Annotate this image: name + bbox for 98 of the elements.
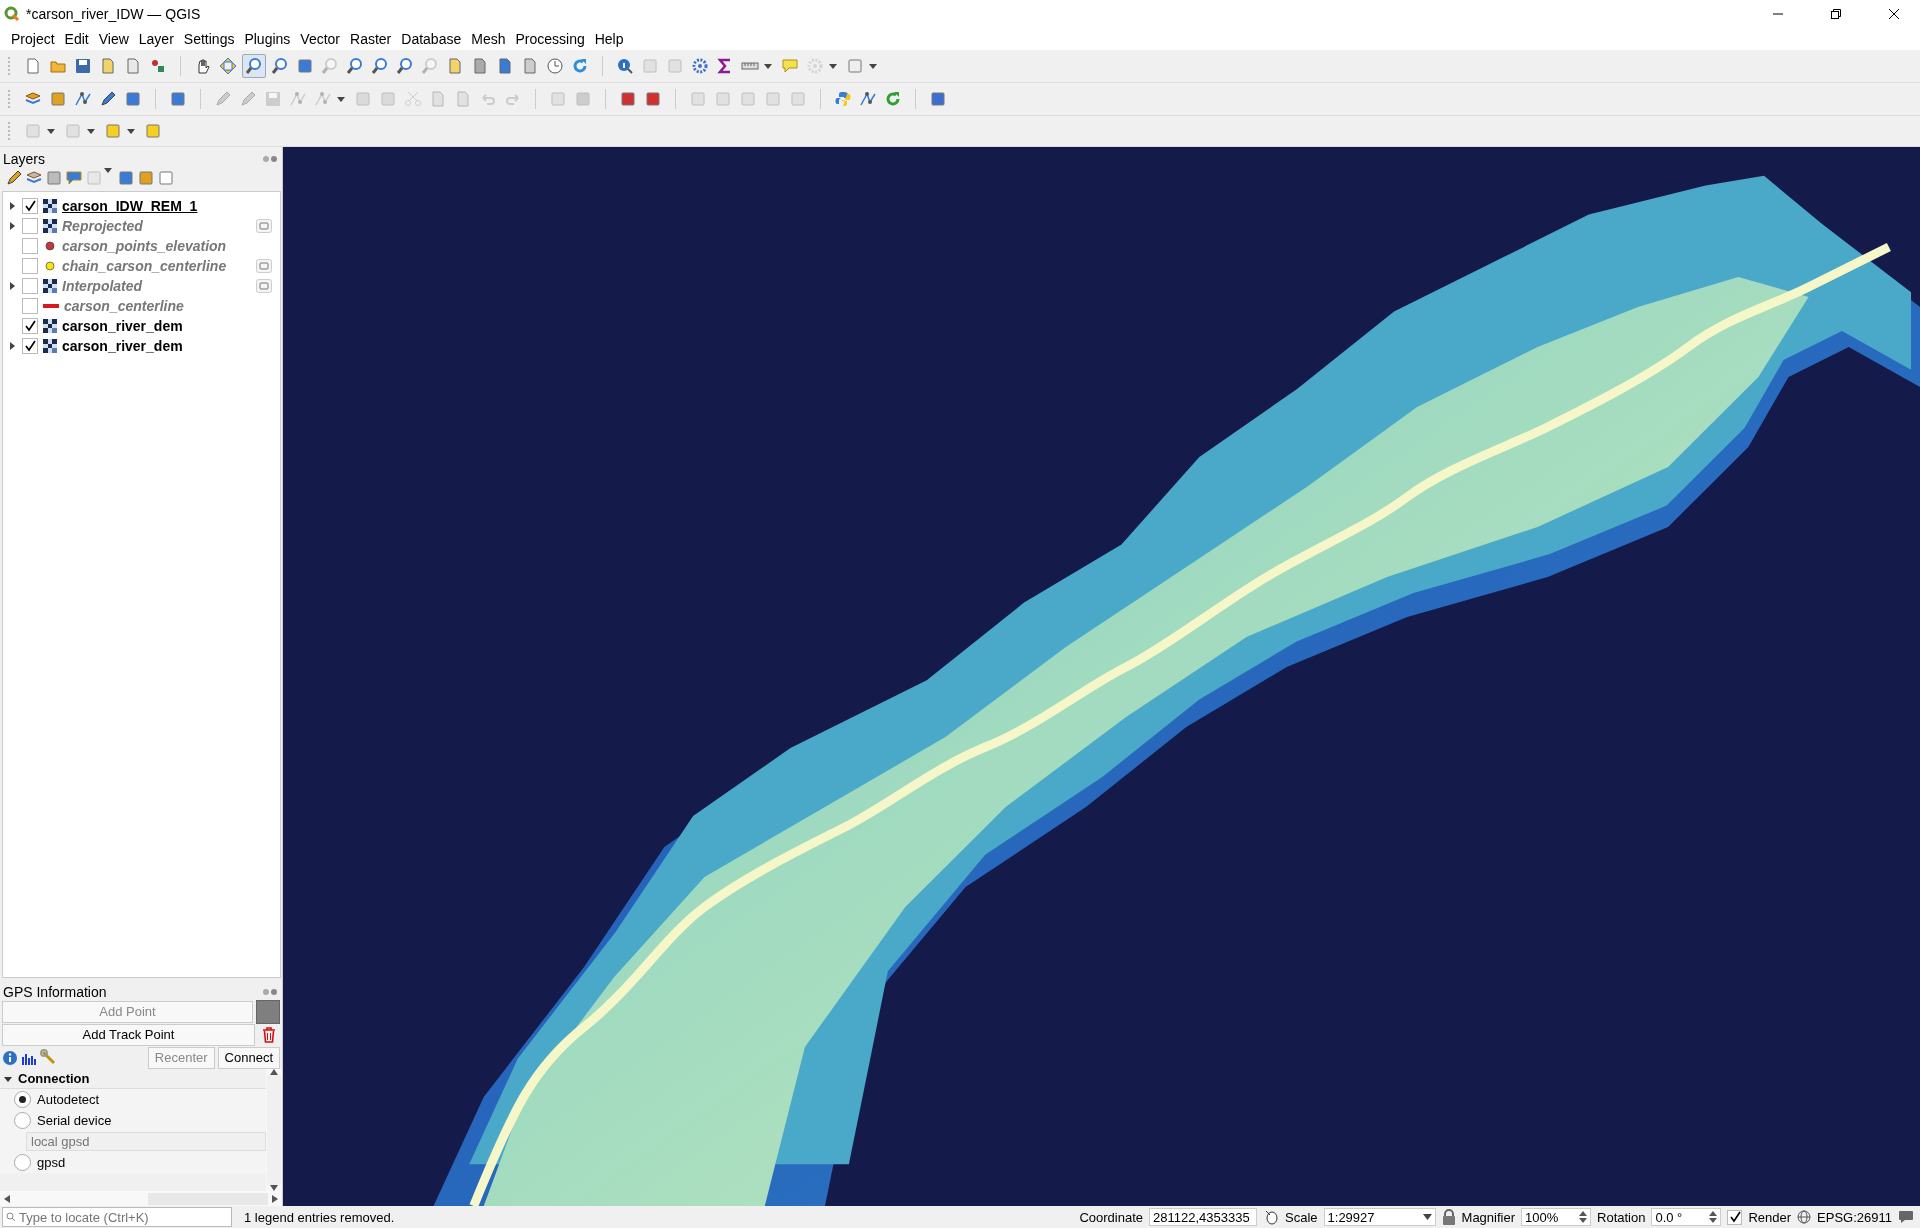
radio-label: Serial device — [37, 1113, 112, 1128]
expand-arrow-icon[interactable] — [9, 341, 17, 351]
search-icon — [6, 1212, 16, 1222]
layer-checkbox[interactable] — [22, 338, 38, 354]
caret-icon[interactable] — [47, 128, 55, 134]
window-title: *carson_river_IDW — QGIS — [26, 6, 201, 22]
app-logo-icon — [4, 6, 20, 22]
layer-checkbox[interactable] — [22, 318, 38, 334]
layer-name[interactable]: carson_IDW_REM_1 — [62, 198, 198, 214]
menu-item[interactable]: View — [93, 31, 134, 47]
scale-combo[interactable]: 1:29927 — [1323, 1208, 1436, 1226]
raster-layer-icon — [43, 279, 57, 293]
layer-name[interactable]: Reprojected — [62, 218, 143, 234]
raster-layer-icon — [43, 319, 57, 333]
scroll-right-icon[interactable] — [272, 1194, 278, 1203]
magnifier-icon[interactable] — [242, 54, 266, 78]
square-icon[interactable] — [136, 168, 156, 188]
close-icon[interactable] — [1888, 8, 1900, 20]
radio-button[interactable] — [14, 1154, 31, 1171]
layer-checkbox[interactable] — [22, 258, 38, 274]
clock-icon[interactable] — [544, 55, 566, 77]
caret-icon[interactable] — [764, 63, 772, 69]
raster-layer-icon — [43, 219, 57, 233]
radio-label: Autodetect — [37, 1092, 100, 1107]
caret-icon[interactable] — [87, 128, 95, 134]
globe-icon[interactable] — [1797, 1210, 1812, 1224]
connect-button[interactable]: Connect — [217, 1046, 280, 1069]
scroll-left-icon[interactable] — [4, 1194, 10, 1203]
square-icon[interactable] — [156, 168, 176, 188]
panel-title: GPS Information — [3, 984, 107, 1000]
caret-icon[interactable] — [104, 168, 112, 173]
float-close-icon[interactable] — [262, 988, 278, 996]
square-icon[interactable] — [116, 168, 136, 188]
layer-name[interactable]: chain_carson_centerline — [62, 258, 227, 274]
arrows-icon[interactable] — [217, 55, 239, 77]
vertical-scrollbar[interactable] — [266, 1069, 282, 1191]
restore-icon[interactable] — [1830, 8, 1842, 20]
menu-item[interactable]: Vector — [295, 31, 346, 47]
rotation-label: Rotation — [1597, 1209, 1646, 1225]
caret-icon[interactable] — [829, 63, 837, 69]
caret-icon[interactable] — [337, 96, 345, 102]
menu-item[interactable]: Project — [6, 31, 60, 47]
menu-item[interactable]: Settings — [178, 31, 240, 47]
layer-name[interactable]: Interpolated — [62, 278, 143, 294]
mouse-icon[interactable] — [1263, 1209, 1279, 1225]
menu-item[interactable]: Mesh — [466, 31, 511, 47]
float-close-icon[interactable] — [262, 155, 278, 163]
info-icon[interactable] — [2, 1049, 18, 1066]
panel-title: Layers — [3, 151, 46, 167]
layer-checkbox[interactable] — [22, 238, 38, 254]
color-swatch[interactable] — [256, 999, 280, 1024]
radio-button[interactable] — [14, 1112, 31, 1129]
layer-name[interactable]: carson_river_dem — [62, 338, 183, 354]
radio-label: gpsd — [37, 1155, 66, 1170]
menu-item[interactable]: Edit — [59, 31, 94, 47]
status-message: 1 legend entries removed. — [244, 1209, 395, 1225]
coordinate-label: Coordinate — [1079, 1209, 1143, 1225]
spin-arrows-icon[interactable] — [1579, 1210, 1587, 1224]
layer-checkbox[interactable] — [22, 298, 38, 314]
layer-name[interactable]: carson_river_dem — [62, 318, 183, 334]
layer-checkbox[interactable] — [22, 198, 38, 214]
render-label: Render — [1748, 1209, 1792, 1225]
raster-layer-icon — [43, 199, 57, 213]
caret-icon[interactable] — [869, 63, 877, 69]
expand-arrow-icon[interactable] — [9, 201, 17, 211]
layer-checkbox[interactable] — [22, 218, 38, 234]
locator-field[interactable]: Type to locate (Ctrl+K) — [2, 1207, 232, 1227]
layer-checkbox[interactable] — [22, 278, 38, 294]
radio-button[interactable] — [14, 1091, 31, 1108]
messages-icon[interactable] — [1898, 1210, 1914, 1224]
pencil-icon[interactable] — [4, 168, 24, 188]
menu-item[interactable]: Help — [589, 31, 629, 47]
raster-layer-icon — [43, 339, 57, 353]
expand-arrow-icon[interactable] — [9, 281, 17, 291]
square-icon[interactable] — [44, 168, 64, 188]
trash-icon[interactable] — [262, 1026, 276, 1043]
rotation-spinbox[interactable]: 0.0 ° — [1651, 1208, 1722, 1226]
horizontal-scrollbar[interactable] — [0, 1191, 282, 1206]
render-checkbox[interactable] — [1727, 1209, 1743, 1225]
menu-item[interactable]: Plugins — [239, 31, 296, 47]
expand-arrow-icon[interactable] — [9, 221, 17, 231]
magnifier-spinbox[interactable]: 100% — [1521, 1208, 1591, 1226]
collapse-arrow-icon[interactable] — [4, 1074, 12, 1083]
menu-item[interactable]: Raster — [345, 31, 397, 47]
dropdown-caret-icon[interactable] — [1422, 1214, 1432, 1220]
coordinate-field[interactable]: 281122,4353335 — [1149, 1208, 1257, 1226]
layer-name[interactable]: carson_points_elevation — [62, 238, 227, 254]
menu-item[interactable]: Database — [396, 31, 467, 47]
crs-button[interactable]: EPSG:26911 — [1817, 1209, 1892, 1225]
scale-label: Scale — [1285, 1209, 1318, 1225]
caret-icon[interactable] — [127, 128, 135, 134]
spin-arrows-icon[interactable] — [1709, 1210, 1718, 1224]
magnifier-label: Magnifier — [1461, 1209, 1515, 1225]
menu-item[interactable]: Layer — [133, 31, 179, 47]
layer-name[interactable]: carson_centerline — [64, 298, 184, 314]
add-track-point-button[interactable]: Add Track Point — [2, 1023, 255, 1046]
menu-item[interactable]: Processing — [510, 31, 590, 47]
lock-icon[interactable] — [1441, 1209, 1456, 1225]
